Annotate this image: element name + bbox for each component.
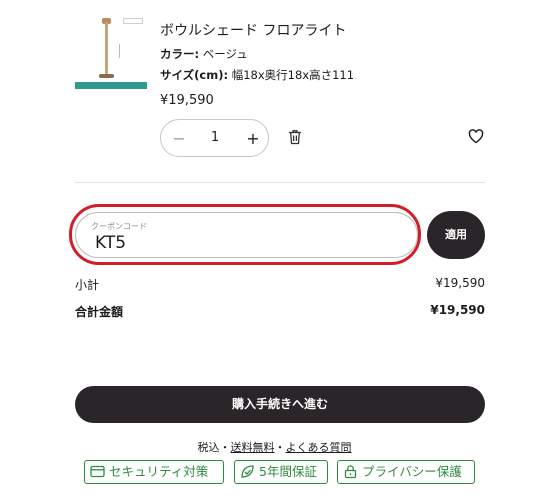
apply-coupon-button[interactable]: 適用 bbox=[427, 211, 485, 259]
size-value: 幅18x奥行18x高さ111 bbox=[231, 68, 355, 82]
lamp-pole bbox=[105, 22, 108, 74]
warranty-badge-label: 5年間保証 bbox=[259, 464, 317, 479]
product-size: サイズ(cm): 幅18x奥行18x高さ111 bbox=[160, 67, 354, 83]
tax-included-text: 税込 bbox=[197, 441, 220, 454]
coupon-highlight-outline bbox=[69, 204, 421, 265]
trash-icon[interactable] bbox=[288, 129, 302, 149]
quantity-value[interactable]: 1 bbox=[201, 130, 229, 145]
heart-icon[interactable] bbox=[468, 129, 484, 148]
privacy-badge: プライバシー保護 bbox=[337, 460, 475, 484]
total-value: ¥19,590 bbox=[430, 303, 485, 317]
product-color: カラー: ベージュ bbox=[160, 46, 248, 62]
minus-icon[interactable]: − bbox=[169, 129, 189, 149]
leaf-check-icon bbox=[241, 465, 254, 478]
privacy-badge-label: プライバシー保護 bbox=[362, 464, 462, 479]
size-label: サイズ(cm): bbox=[160, 68, 229, 82]
divider bbox=[75, 182, 485, 183]
separator: ・ bbox=[219, 441, 231, 454]
subtotal-value: ¥19,590 bbox=[435, 276, 485, 290]
plus-icon[interactable]: + bbox=[243, 129, 263, 149]
credit-card-icon bbox=[90, 465, 105, 478]
warranty-badge: 5年間保証 bbox=[234, 460, 328, 484]
checkout-button[interactable]: 購入手続きへ進む bbox=[75, 386, 485, 423]
product-price: ¥19,590 bbox=[160, 93, 214, 108]
lock-icon bbox=[344, 465, 357, 479]
subtotal-label: 小計 bbox=[75, 278, 100, 292]
color-label: カラー: bbox=[160, 47, 200, 61]
thumbnail-tag bbox=[123, 18, 143, 24]
product-name[interactable]: ボウルシェード フロアライト bbox=[160, 20, 346, 40]
quantity-stepper: − 1 + bbox=[160, 119, 269, 157]
lamp-base bbox=[99, 74, 114, 78]
security-badge: セキュリティ対策 bbox=[84, 460, 224, 484]
product-thumbnail[interactable] bbox=[75, 12, 147, 90]
thumbnail-brand-strip bbox=[75, 82, 147, 89]
color-value: ベージュ bbox=[202, 47, 248, 61]
faq-link[interactable]: よくある質問 bbox=[286, 441, 352, 454]
free-shipping-link[interactable]: 送料無料 bbox=[231, 441, 275, 454]
separator: ・ bbox=[274, 441, 286, 454]
total-label: 合計金額 bbox=[75, 305, 124, 319]
thumbnail-dimension-line bbox=[119, 44, 120, 58]
footer-links: 税込・送料無料・よくある質問 bbox=[0, 439, 549, 455]
security-badge-label: セキュリティ対策 bbox=[109, 464, 209, 479]
